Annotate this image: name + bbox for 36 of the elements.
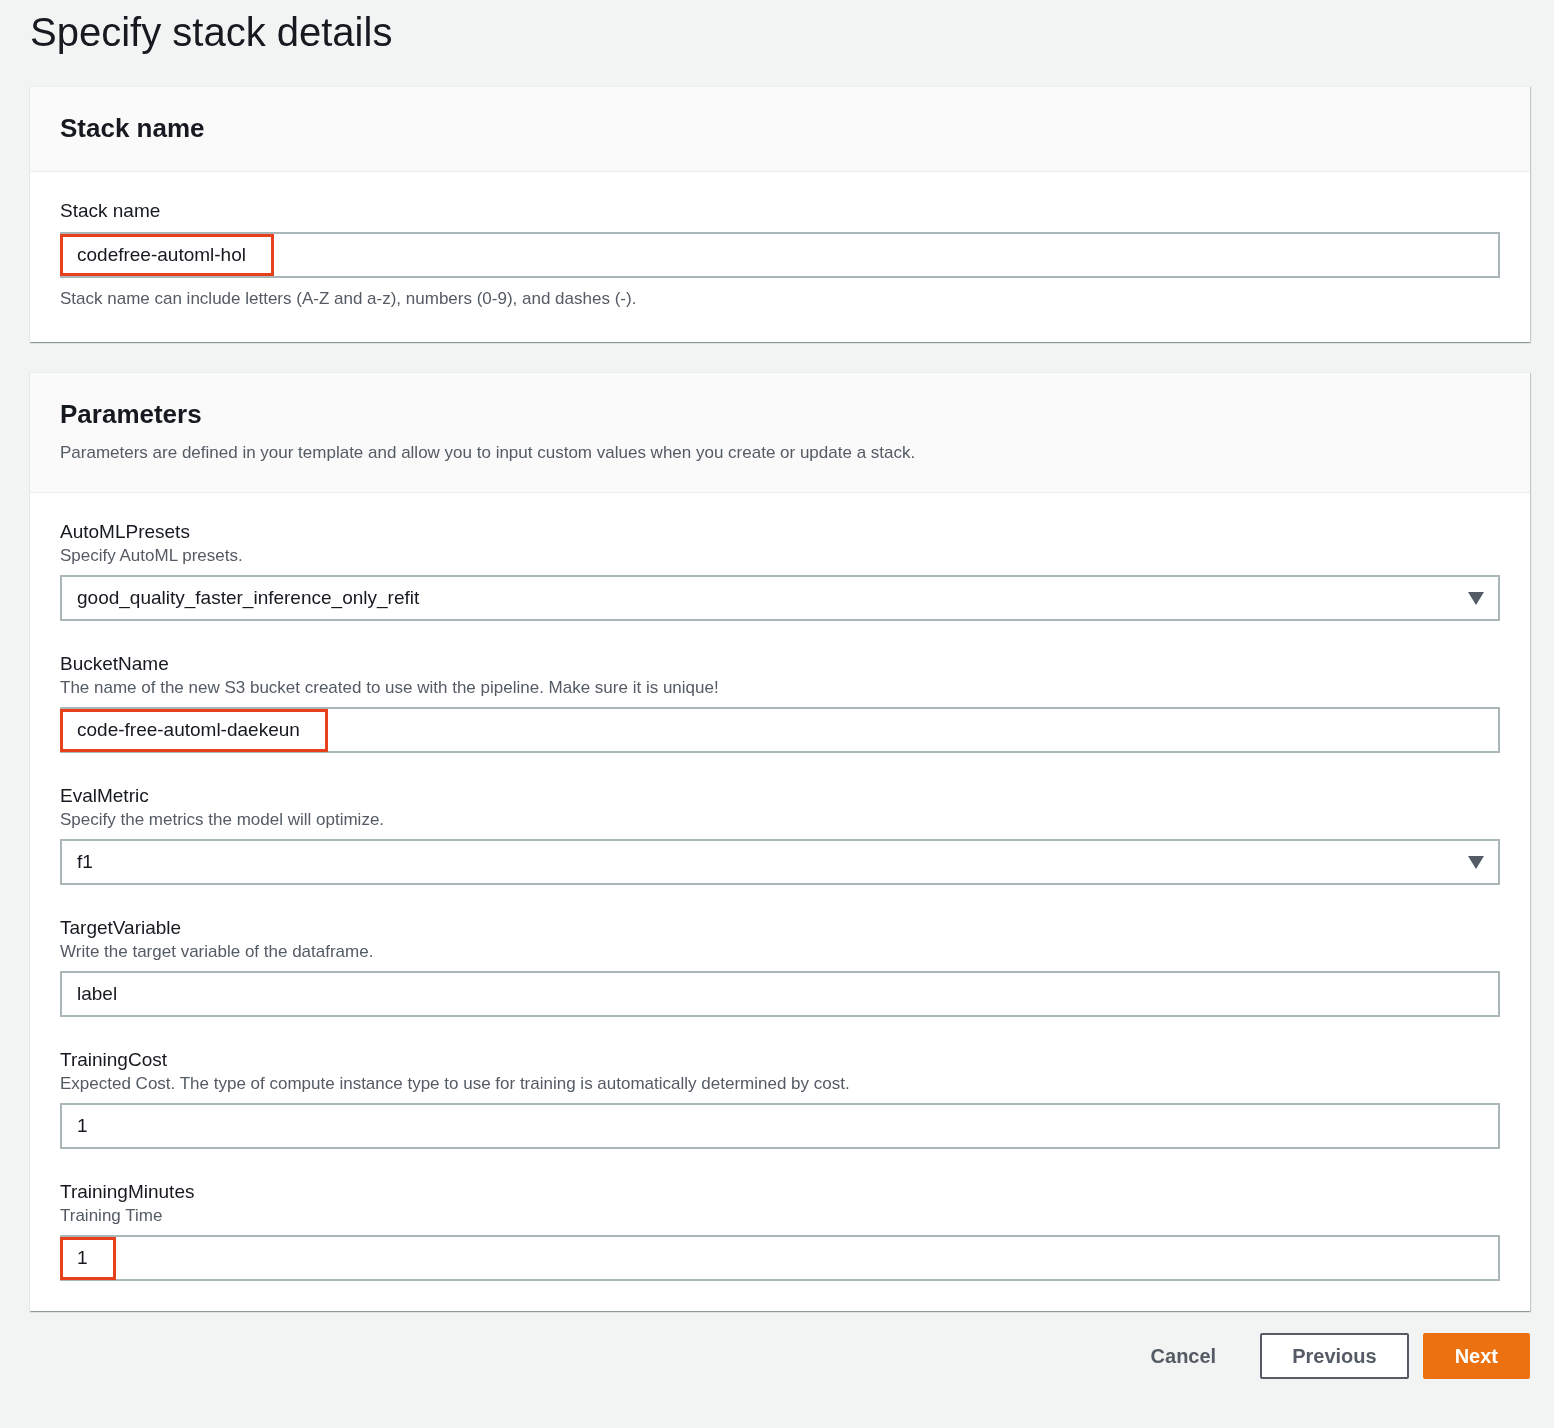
field-value: label — [76, 982, 119, 1007]
input-field[interactable]: label — [60, 971, 1500, 1018]
previous-button[interactable]: Previous — [1260, 1333, 1409, 1380]
field-value: codefree-automl-hol — [60, 233, 274, 277]
field-label: TargetVariable — [60, 916, 183, 941]
field-label: BucketName — [60, 652, 170, 677]
field-label: Stack name — [60, 199, 162, 224]
input-field[interactable]: 1 — [60, 1103, 1500, 1150]
field-hint: Stack name can include letters (A-Z and a-z), numbers (0-9), and dashes (-). — [60, 288, 638, 311]
field-value: code-free-automl-daekeun — [60, 709, 328, 752]
input-field[interactable]: codefree-automl-hol — [60, 232, 1500, 279]
caret-icon — [1468, 855, 1484, 869]
field-label: EvalMetric — [60, 784, 150, 809]
field-description: Specify AutoML presets. — [60, 545, 244, 568]
field-description: Expected Cost. The type of compute instance type to use for training is automatically determined by cost. — [60, 1073, 851, 1096]
field-label: AutoMLPresets — [60, 520, 191, 545]
page-title: Specify stack details — [30, 9, 394, 56]
input-field[interactable]: 1 — [60, 1235, 1500, 1282]
input-field[interactable]: code-free-automl-daekeun — [60, 707, 1500, 754]
dropdown-field[interactable]: f1 — [60, 839, 1500, 886]
section-title: Parameters — [60, 398, 203, 430]
caret-icon — [1468, 591, 1484, 605]
field-description: Training Time — [60, 1205, 164, 1228]
field-label: TrainingCost — [60, 1048, 168, 1073]
field-label: TrainingMinutes — [60, 1180, 196, 1205]
field-value: f1 — [76, 850, 94, 875]
section-description: Parameters are defined in your template and allow you to input custom values when you create or update a stack. — [60, 441, 917, 464]
field-description: Write the target variable of the dataframe. — [60, 941, 375, 964]
field-value: good_quality_faster_inference_only_refit — [76, 586, 421, 611]
field-description: Specify the metrics the model will optimize. — [60, 809, 386, 832]
section-title: Stack name — [60, 113, 206, 145]
cancel-button[interactable]: Cancel — [1120, 1333, 1247, 1380]
field-value: 1 — [60, 1237, 116, 1280]
field-description: The name of the new S3 bucket created to use with the pipeline. Make sure it is unique! — [60, 677, 720, 700]
dropdown-field[interactable]: good_quality_faster_inference_only_refit — [60, 575, 1500, 622]
field-value: 1 — [76, 1114, 89, 1139]
